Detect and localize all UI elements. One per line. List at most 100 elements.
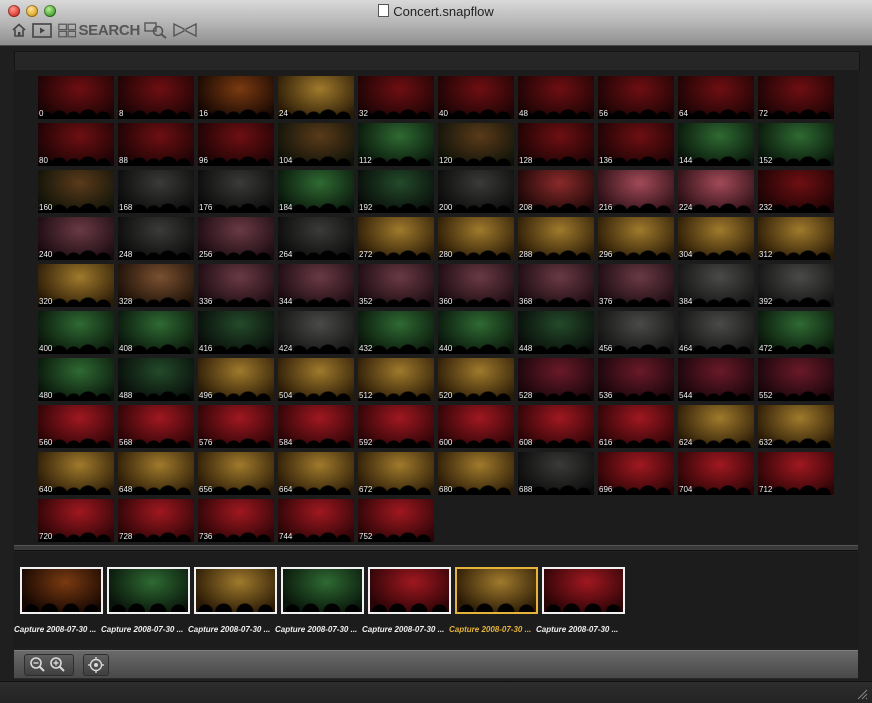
frame-thumbnail[interactable]: 408	[118, 311, 194, 354]
frame-thumbnail[interactable]: 328	[118, 264, 194, 307]
frame-thumbnail[interactable]: 32	[358, 76, 434, 119]
frame-thumbnail[interactable]: 168	[118, 170, 194, 213]
frame-thumbnail[interactable]: 600	[438, 405, 514, 448]
frame-thumbnail[interactable]: 456	[598, 311, 674, 354]
frame-thumbnail[interactable]: 504	[278, 358, 354, 401]
frame-thumbnail[interactable]: 96	[198, 123, 274, 166]
frame-thumbnail[interactable]: 184	[278, 170, 354, 213]
frame-thumbnail[interactable]: 728	[118, 499, 194, 542]
frame-thumbnail[interactable]: 208	[518, 170, 594, 213]
frame-thumbnail[interactable]: 304	[678, 217, 754, 260]
frame-thumbnail[interactable]: 248	[118, 217, 194, 260]
frame-thumbnail[interactable]: 584	[278, 405, 354, 448]
frame-thumbnail[interactable]: 16	[198, 76, 274, 119]
frame-thumbnail[interactable]: 112	[358, 123, 434, 166]
capture-thumbnail[interactable]	[455, 567, 538, 614]
frame-thumbnail[interactable]: 40	[438, 76, 514, 119]
frame-thumbnail[interactable]: 360	[438, 264, 514, 307]
frame-thumbnail[interactable]: 216	[598, 170, 674, 213]
frame-thumbnail[interactable]: 384	[678, 264, 754, 307]
frame-thumbnail[interactable]: 176	[198, 170, 274, 213]
frame-thumbnail[interactable]: 632	[758, 405, 834, 448]
frame-thumbnail[interactable]: 720	[38, 499, 114, 542]
frame-thumbnail[interactable]: 128	[518, 123, 594, 166]
frame-thumbnail[interactable]: 400	[38, 311, 114, 354]
frame-thumbnail[interactable]: 704	[678, 452, 754, 495]
frame-thumbnail[interactable]: 336	[198, 264, 274, 307]
frame-thumbnail[interactable]: 672	[358, 452, 434, 495]
frame-thumbnail[interactable]: 608	[518, 405, 594, 448]
frame-thumbnail[interactable]: 664	[278, 452, 354, 495]
frame-thumbnail[interactable]: 552	[758, 358, 834, 401]
frame-thumbnail[interactable]: 536	[598, 358, 674, 401]
frame-thumbnail[interactable]: 472	[758, 311, 834, 354]
frame-thumbnail[interactable]: 520	[438, 358, 514, 401]
frame-thumbnail[interactable]: 136	[598, 123, 674, 166]
frame-thumbnail[interactable]: 144	[678, 123, 754, 166]
capture-thumbnail[interactable]	[194, 567, 277, 614]
home-button[interactable]	[10, 21, 28, 39]
frame-thumbnail[interactable]: 344	[278, 264, 354, 307]
frame-thumbnail[interactable]: 272	[358, 217, 434, 260]
capture-thumbnail[interactable]	[281, 567, 364, 614]
frame-thumbnail[interactable]: 744	[278, 499, 354, 542]
frame-thumbnail[interactable]: 88	[118, 123, 194, 166]
frame-thumbnail[interactable]: 72	[758, 76, 834, 119]
frame-thumbnail[interactable]: 48	[518, 76, 594, 119]
frame-thumbnail[interactable]: 24	[278, 76, 354, 119]
frame-thumbnail[interactable]: 568	[118, 405, 194, 448]
frame-thumbnail[interactable]: 736	[198, 499, 274, 542]
frame-thumbnail[interactable]: 528	[518, 358, 594, 401]
frame-thumbnail[interactable]: 192	[358, 170, 434, 213]
frame-thumbnail[interactable]: 376	[598, 264, 674, 307]
frame-thumbnail[interactable]: 240	[38, 217, 114, 260]
frame-thumbnail[interactable]: 152	[758, 123, 834, 166]
frame-thumbnail[interactable]: 296	[598, 217, 674, 260]
panel-splitter[interactable]	[14, 545, 858, 551]
frame-thumbnail[interactable]: 224	[678, 170, 754, 213]
frame-thumbnail[interactable]: 280	[438, 217, 514, 260]
frame-thumbnail[interactable]: 104	[278, 123, 354, 166]
capture-thumbnail[interactable]	[107, 567, 190, 614]
frame-thumbnail[interactable]: 592	[358, 405, 434, 448]
frame-thumbnail[interactable]: 368	[518, 264, 594, 307]
frame-thumbnail[interactable]: 264	[278, 217, 354, 260]
frame-thumbnail[interactable]: 232	[758, 170, 834, 213]
frame-thumbnail[interactable]: 0	[38, 76, 114, 119]
frame-thumbnail[interactable]: 544	[678, 358, 754, 401]
slideshow-button[interactable]	[31, 21, 53, 39]
frame-thumbnail[interactable]: 200	[438, 170, 514, 213]
frame-thumbnail[interactable]: 640	[38, 452, 114, 495]
frame-thumbnail[interactable]: 648	[118, 452, 194, 495]
frame-thumbnail[interactable]: 416	[198, 311, 274, 354]
frame-thumbnail[interactable]: 120	[438, 123, 514, 166]
frame-thumbnail[interactable]: 480	[38, 358, 114, 401]
frame-thumbnail[interactable]: 656	[198, 452, 274, 495]
frame-thumbnail[interactable]: 488	[118, 358, 194, 401]
frame-thumbnail[interactable]: 440	[438, 311, 514, 354]
frame-thumbnail[interactable]: 424	[278, 311, 354, 354]
frame-thumbnail[interactable]: 512	[358, 358, 434, 401]
frame-thumbnail[interactable]: 312	[758, 217, 834, 260]
frame-thumbnail[interactable]: 448	[518, 311, 594, 354]
search-button[interactable]: SEARCH	[58, 21, 140, 39]
frame-thumbnail[interactable]: 160	[38, 170, 114, 213]
compare-button[interactable]	[172, 21, 198, 39]
zoom-buttons[interactable]	[24, 654, 74, 676]
locate-button[interactable]	[83, 654, 109, 676]
magnifier-button[interactable]	[143, 21, 169, 39]
frame-thumbnail[interactable]: 432	[358, 311, 434, 354]
frame-thumbnail[interactable]: 8	[118, 76, 194, 119]
frame-thumbnail[interactable]: 80	[38, 123, 114, 166]
frame-thumbnail[interactable]: 752	[358, 499, 434, 542]
resize-grip-icon[interactable]	[856, 688, 868, 700]
frame-thumbnail[interactable]: 712	[758, 452, 834, 495]
capture-thumbnail[interactable]	[542, 567, 625, 614]
frame-thumbnail[interactable]: 392	[758, 264, 834, 307]
frame-thumbnail[interactable]: 64	[678, 76, 754, 119]
frame-thumbnail[interactable]: 352	[358, 264, 434, 307]
frame-thumbnail[interactable]: 576	[198, 405, 274, 448]
frame-thumbnail[interactable]: 320	[38, 264, 114, 307]
frame-thumbnail[interactable]: 256	[198, 217, 274, 260]
frame-thumbnail[interactable]: 288	[518, 217, 594, 260]
